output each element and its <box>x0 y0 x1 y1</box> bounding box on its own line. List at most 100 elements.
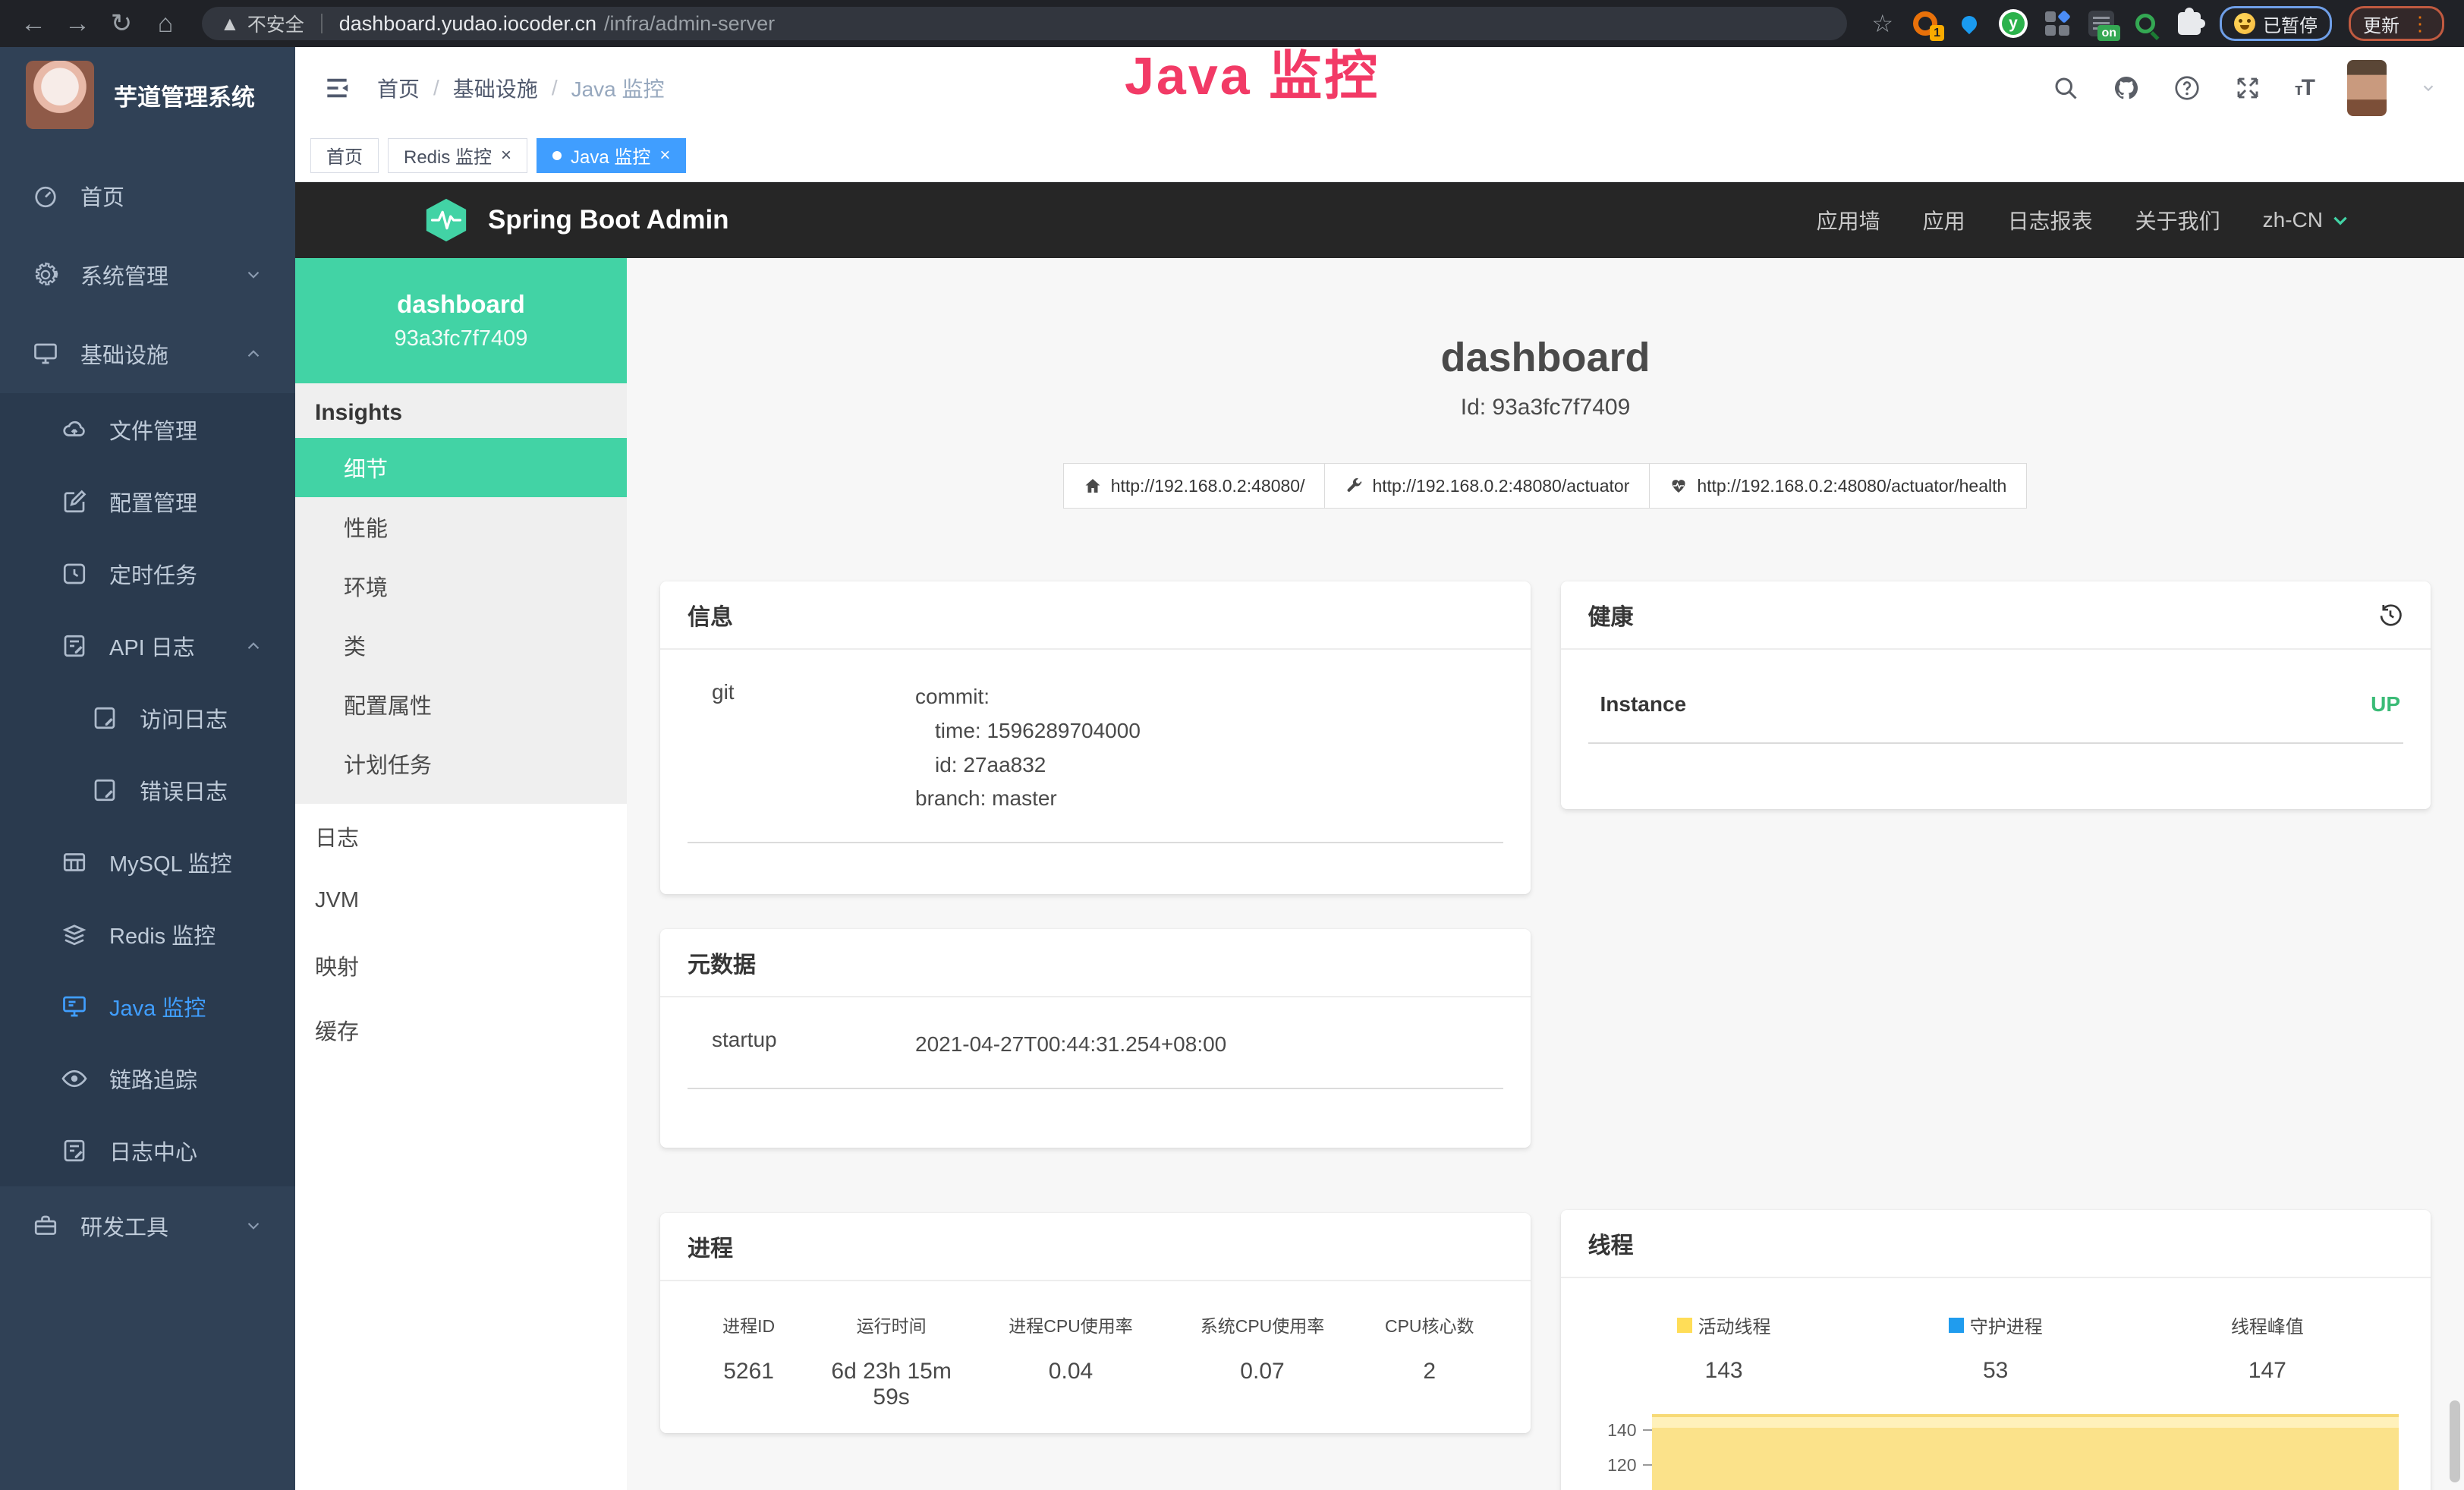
sba-nav-about[interactable]: 关于我们 <box>2135 205 2220 235</box>
health-row-instance[interactable]: Instance UP <box>1588 680 2404 717</box>
url-path: /infra/admin-server <box>604 12 775 36</box>
avatar[interactable] <box>2347 60 2387 116</box>
cards-grid: 信息 git commit: time: 1596289704000 id: 2… <box>627 581 2464 1490</box>
extension-icon-y[interactable]: y <box>1997 8 2029 39</box>
extension-icon-orange[interactable]: 1 <box>1909 8 1941 39</box>
locale-label: zh-CN <box>2263 208 2323 232</box>
address-bar[interactable]: ▲ 不安全 dashboard.yudao.iocoder.cn/infra/a… <box>202 7 1847 40</box>
font-size-icon[interactable]: тT <box>2295 75 2314 101</box>
tab-home[interactable]: 首页 <box>310 138 379 173</box>
sba-item-mappings[interactable]: 映射 <box>295 933 627 997</box>
help-icon[interactable] <box>2173 74 2201 102</box>
sidebar-item-system[interactable]: 系统管理 <box>0 235 295 314</box>
process-col-process-cpu: 进程CPU使用率 0.04 <box>973 1312 1169 1410</box>
scrollbar-thumb[interactable] <box>2450 1400 2460 1482</box>
info-value: commit: time: 1596289704000 id: 27aa832 … <box>915 680 1503 816</box>
sba-item-config-props[interactable]: 配置属性 <box>295 675 627 734</box>
sba-brand[interactable]: Spring Boot Admin <box>423 197 729 244</box>
sba-item-metrics[interactable]: 性能 <box>295 497 627 556</box>
legend-label: 守护进程 <box>1970 1312 2043 1338</box>
breadcrumb-infra[interactable]: 基础设施 <box>453 73 538 103</box>
extension-badge: 1 <box>1930 25 1944 41</box>
extension-icon-pin[interactable] <box>1953 8 1985 39</box>
card-body: 活动线程 143 守护进程 53 线程峰值 147 <box>1561 1278 2431 1490</box>
close-icon[interactable]: × <box>659 146 670 165</box>
back-icon[interactable]: ← <box>14 5 53 42</box>
sidebar-item-jobs[interactable]: 定时任务 <box>0 537 295 610</box>
extension-icon-grid[interactable] <box>2041 8 2073 39</box>
tab-java-monitor[interactable]: Java 监控 × <box>537 138 686 173</box>
service-url-button[interactable]: http://192.168.0.2:48080/ <box>1063 463 1326 509</box>
sidebar-item-files[interactable]: 文件管理 <box>0 393 295 465</box>
sidebar-item-api-log[interactable]: API 日志 <box>0 610 295 682</box>
sba-item-classes[interactable]: 类 <box>295 616 627 675</box>
sba-nav-journal[interactable]: 日志报表 <box>2008 205 2093 235</box>
table-icon <box>61 849 88 876</box>
bookmark-star-icon[interactable]: ☆ <box>1871 9 1893 38</box>
y-logo-icon: y <box>1999 9 2028 38</box>
sba-item-caches[interactable]: 缓存 <box>295 997 627 1062</box>
card-title: 健康 <box>1588 598 1634 632</box>
sidebar-item-tracing[interactable]: 链路追踪 <box>0 1042 295 1114</box>
stack-icon <box>61 921 88 948</box>
sba-item-environment[interactable]: 环境 <box>295 556 627 616</box>
sba-nav-wallboard[interactable]: 应用墙 <box>1817 205 1880 235</box>
sba-instance-header[interactable]: dashboard 93a3fc7f7409 <box>295 258 627 383</box>
sba-locale-select[interactable]: zh-CN <box>2263 208 2350 232</box>
sidebar-item-redis[interactable]: Redis 监控 <box>0 898 295 970</box>
app-title: 芋道管理系统 <box>114 78 255 112</box>
forward-icon[interactable]: → <box>58 5 97 42</box>
cell-value: 5261 <box>688 1359 810 1384</box>
actuator-url-button[interactable]: http://192.168.0.2:48080/actuator <box>1324 463 1650 509</box>
chrome-update-button[interactable]: 更新 ⋮ <box>2349 6 2444 41</box>
extension-icon-switch[interactable]: on <box>2085 8 2117 39</box>
reload-icon[interactable]: ↻ <box>102 5 141 42</box>
sidebar-item-mysql[interactable]: MySQL 监控 <box>0 826 295 898</box>
instance-links: http://192.168.0.2:48080/ http://192.168… <box>627 463 2464 509</box>
paused-label: 已暂停 <box>2263 11 2318 37</box>
sba-item-jvm[interactable]: JVM <box>295 868 627 933</box>
hamburger-icon[interactable] <box>323 74 351 102</box>
sidebar-item-log-center[interactable]: 日志中心 <box>0 1114 295 1186</box>
sba-item-details[interactable]: 细节 <box>295 438 627 497</box>
caret-down-icon[interactable] <box>2420 80 2437 96</box>
breadcrumb-home[interactable]: 首页 <box>377 73 420 103</box>
live-threads-area-fill <box>1652 1414 2399 1490</box>
info-line: id: 27aa832 <box>935 748 1503 783</box>
sidebar-item-access-log[interactable]: 访问日志 <box>0 682 295 754</box>
home-icon[interactable]: ⌂ <box>146 5 185 42</box>
extensions-puzzle-icon[interactable] <box>2173 8 2205 39</box>
y-axis: 140 120 100 <box>1588 1407 1652 1490</box>
sba-item-logs[interactable]: 日志 <box>295 804 627 868</box>
sidebar-item-java-monitor[interactable]: Java 监控 <box>0 970 295 1042</box>
kebab-menu-icon: ⋮ <box>2410 12 2430 36</box>
sba-nav-applications[interactable]: 应用 <box>1923 205 1965 235</box>
fullscreen-icon[interactable] <box>2234 74 2261 102</box>
search-icon[interactable] <box>2052 74 2079 102</box>
close-icon[interactable]: × <box>501 146 511 165</box>
app-logo-row[interactable]: 芋道管理系统 <box>0 47 295 138</box>
sidebar-item-home[interactable]: 首页 <box>0 156 295 235</box>
card-header: 信息 <box>660 581 1531 650</box>
sidebar-item-infra[interactable]: 基础设施 <box>0 314 295 393</box>
sidebar-item-config[interactable]: 配置管理 <box>0 465 295 537</box>
column-header: 运行时间 <box>810 1312 973 1337</box>
chevron-up-icon <box>244 636 263 656</box>
info-line: commit: <box>915 680 1503 714</box>
row-underline <box>688 1088 1503 1089</box>
history-icon[interactable] <box>2377 602 2403 628</box>
wrench-icon <box>1345 477 1363 495</box>
sidebar-item-error-log[interactable]: 错误日志 <box>0 754 295 826</box>
github-icon[interactable] <box>2113 74 2140 102</box>
chevron-down-icon <box>2330 210 2350 230</box>
tab-redis-monitor[interactable]: Redis 监控 × <box>388 138 527 173</box>
column-header: 进程CPU使用率 <box>973 1312 1169 1337</box>
profile-paused-chip[interactable]: 已暂停 <box>2220 6 2332 41</box>
health-url-button[interactable]: http://192.168.0.2:48080/actuator/health <box>1649 463 2027 509</box>
process-col-cpus: CPU核心数 2 <box>1356 1312 1503 1410</box>
sba-item-scheduled-tasks[interactable]: 计划任务 <box>295 734 627 793</box>
legend-value: 53 <box>1860 1358 2132 1384</box>
card-body: startup 2021-04-27T00:44:31.254+08:00 <box>660 997 1531 1123</box>
extension-icon-magnifier[interactable] <box>2129 8 2161 39</box>
sidebar-item-dev-tools[interactable]: 研发工具 <box>0 1186 295 1265</box>
